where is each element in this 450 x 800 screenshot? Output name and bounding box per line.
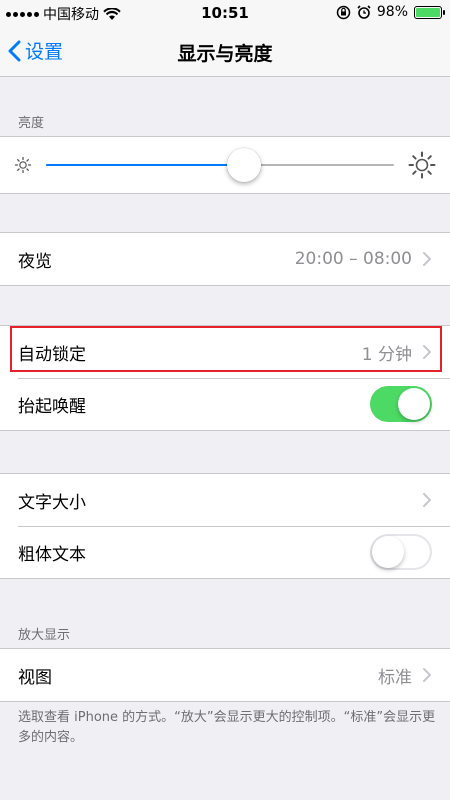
- brightness-slider-row: [0, 137, 450, 193]
- navigation-bar: 设置 显示与亮度: [0, 27, 450, 77]
- bold-text-toggle[interactable]: [370, 534, 432, 570]
- status-bar: 中国移动 10:51 98%: [0, 0, 450, 27]
- zoom-header: 放大显示: [18, 628, 71, 643]
- auto-lock-label: 自动锁定: [18, 344, 86, 365]
- raise-to-wake-label: 抬起唤醒: [18, 396, 86, 417]
- night-shift-group: 夜览 20:00 – 08:00: [0, 232, 450, 286]
- brightness-slider-thumb[interactable]: [227, 148, 262, 182]
- alarm-icon: [357, 5, 371, 19]
- brightness-group: [0, 136, 450, 194]
- chevron-right-icon: [423, 345, 431, 359]
- night-shift-label: 夜览: [18, 251, 52, 272]
- night-shift-value: 20:00 – 08:00: [294, 249, 412, 269]
- brightness-slider-fill: [46, 164, 245, 166]
- chevron-right-icon: [423, 668, 431, 682]
- battery-icon: [414, 5, 445, 19]
- battery-percent: 98%: [376, 4, 408, 20]
- text-group: 文字大小 粗体文本: [0, 473, 450, 579]
- zoom-group: 视图 标准: [0, 648, 450, 702]
- chevron-right-icon: [423, 493, 431, 507]
- toggle-knob: [398, 388, 430, 420]
- lock-group: 自动锁定 1 分钟 抬起唤醒: [0, 325, 450, 431]
- brightness-low-icon: [14, 156, 32, 174]
- zoom-footnote: 选取查看 iPhone 的方式。“放大”会显示更大的控制项。“标准”会显示更多的…: [18, 710, 436, 745]
- orientation-lock-icon: [336, 5, 351, 19]
- raise-to-wake-toggle[interactable]: [370, 386, 432, 422]
- night-shift-row[interactable]: 夜览 20:00 – 08:00: [0, 233, 450, 285]
- bold-text-label: 粗体文本: [18, 544, 86, 565]
- status-right: 98%: [336, 4, 445, 20]
- toggle-knob: [372, 536, 404, 568]
- brightness-high-icon: [408, 151, 436, 179]
- page-title: 显示与亮度: [177, 43, 273, 65]
- auto-lock-value: 1 分钟: [361, 344, 412, 365]
- view-row[interactable]: 视图 标准: [0, 649, 450, 701]
- auto-lock-row[interactable]: 自动锁定 1 分钟: [0, 326, 450, 378]
- view-value: 标准: [378, 667, 412, 688]
- view-label: 视图: [18, 667, 52, 688]
- chevron-right-icon: [423, 252, 431, 266]
- brightness-header: 亮度: [18, 116, 45, 131]
- bold-text-row: 粗体文本: [0, 526, 450, 578]
- raise-to-wake-row: 抬起唤醒: [0, 378, 450, 430]
- text-size-label: 文字大小: [18, 492, 86, 513]
- brightness-slider[interactable]: [46, 148, 394, 182]
- text-size-row[interactable]: 文字大小: [0, 474, 450, 526]
